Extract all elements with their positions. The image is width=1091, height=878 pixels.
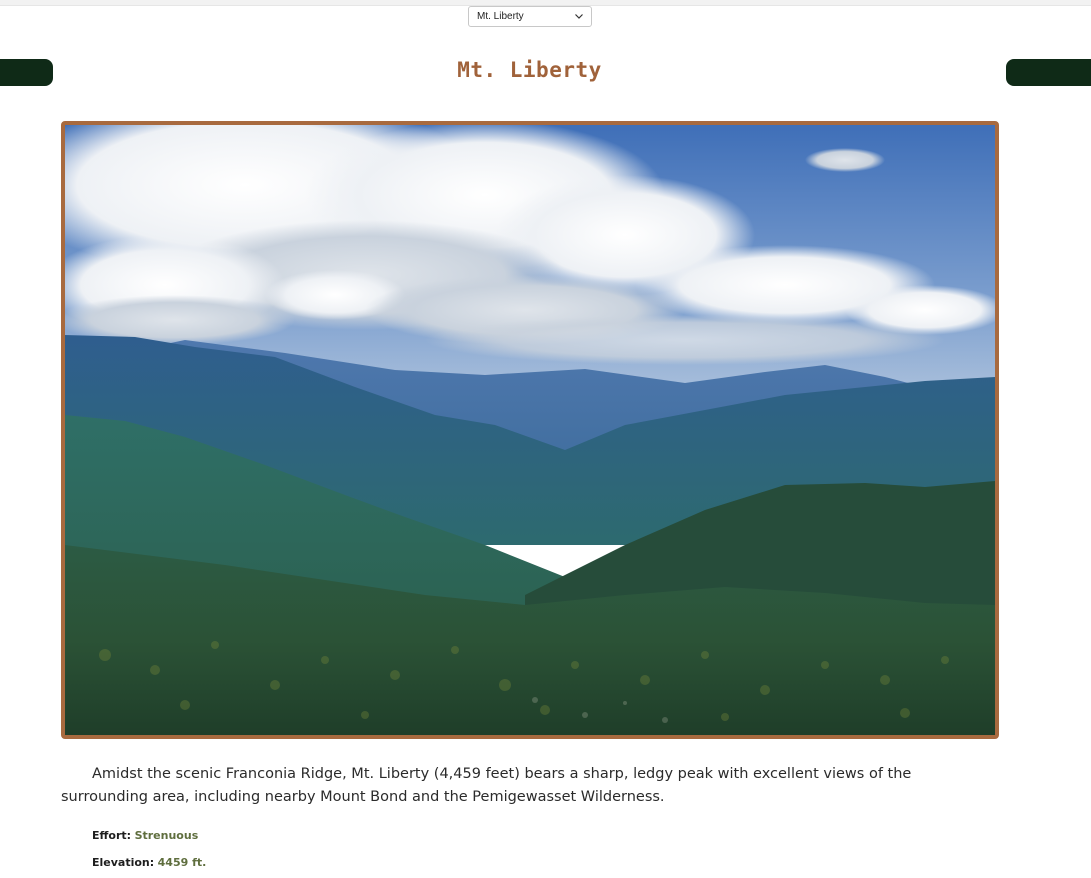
mountain-select[interactable]: Mt. Liberty [468, 6, 592, 27]
elevation-label: Elevation: [92, 856, 155, 869]
effort-value: Strenuous [134, 829, 199, 842]
page-title: Mt. Liberty [457, 58, 602, 82]
elevation-fact: Elevation: 4459 ft. [92, 856, 206, 869]
mountain-select-value: Mt. Liberty [477, 11, 524, 22]
landscape-image [65, 125, 995, 735]
effort-fact: Effort: Strenuous [92, 829, 198, 842]
mountain-photo [61, 121, 999, 739]
chevron-down-icon [574, 12, 584, 22]
elevation-value: 4459 ft. [157, 856, 207, 869]
mountain-description: Amidst the scenic Franconia Ridge, Mt. L… [61, 766, 912, 805]
effort-label: Effort: [92, 829, 132, 842]
